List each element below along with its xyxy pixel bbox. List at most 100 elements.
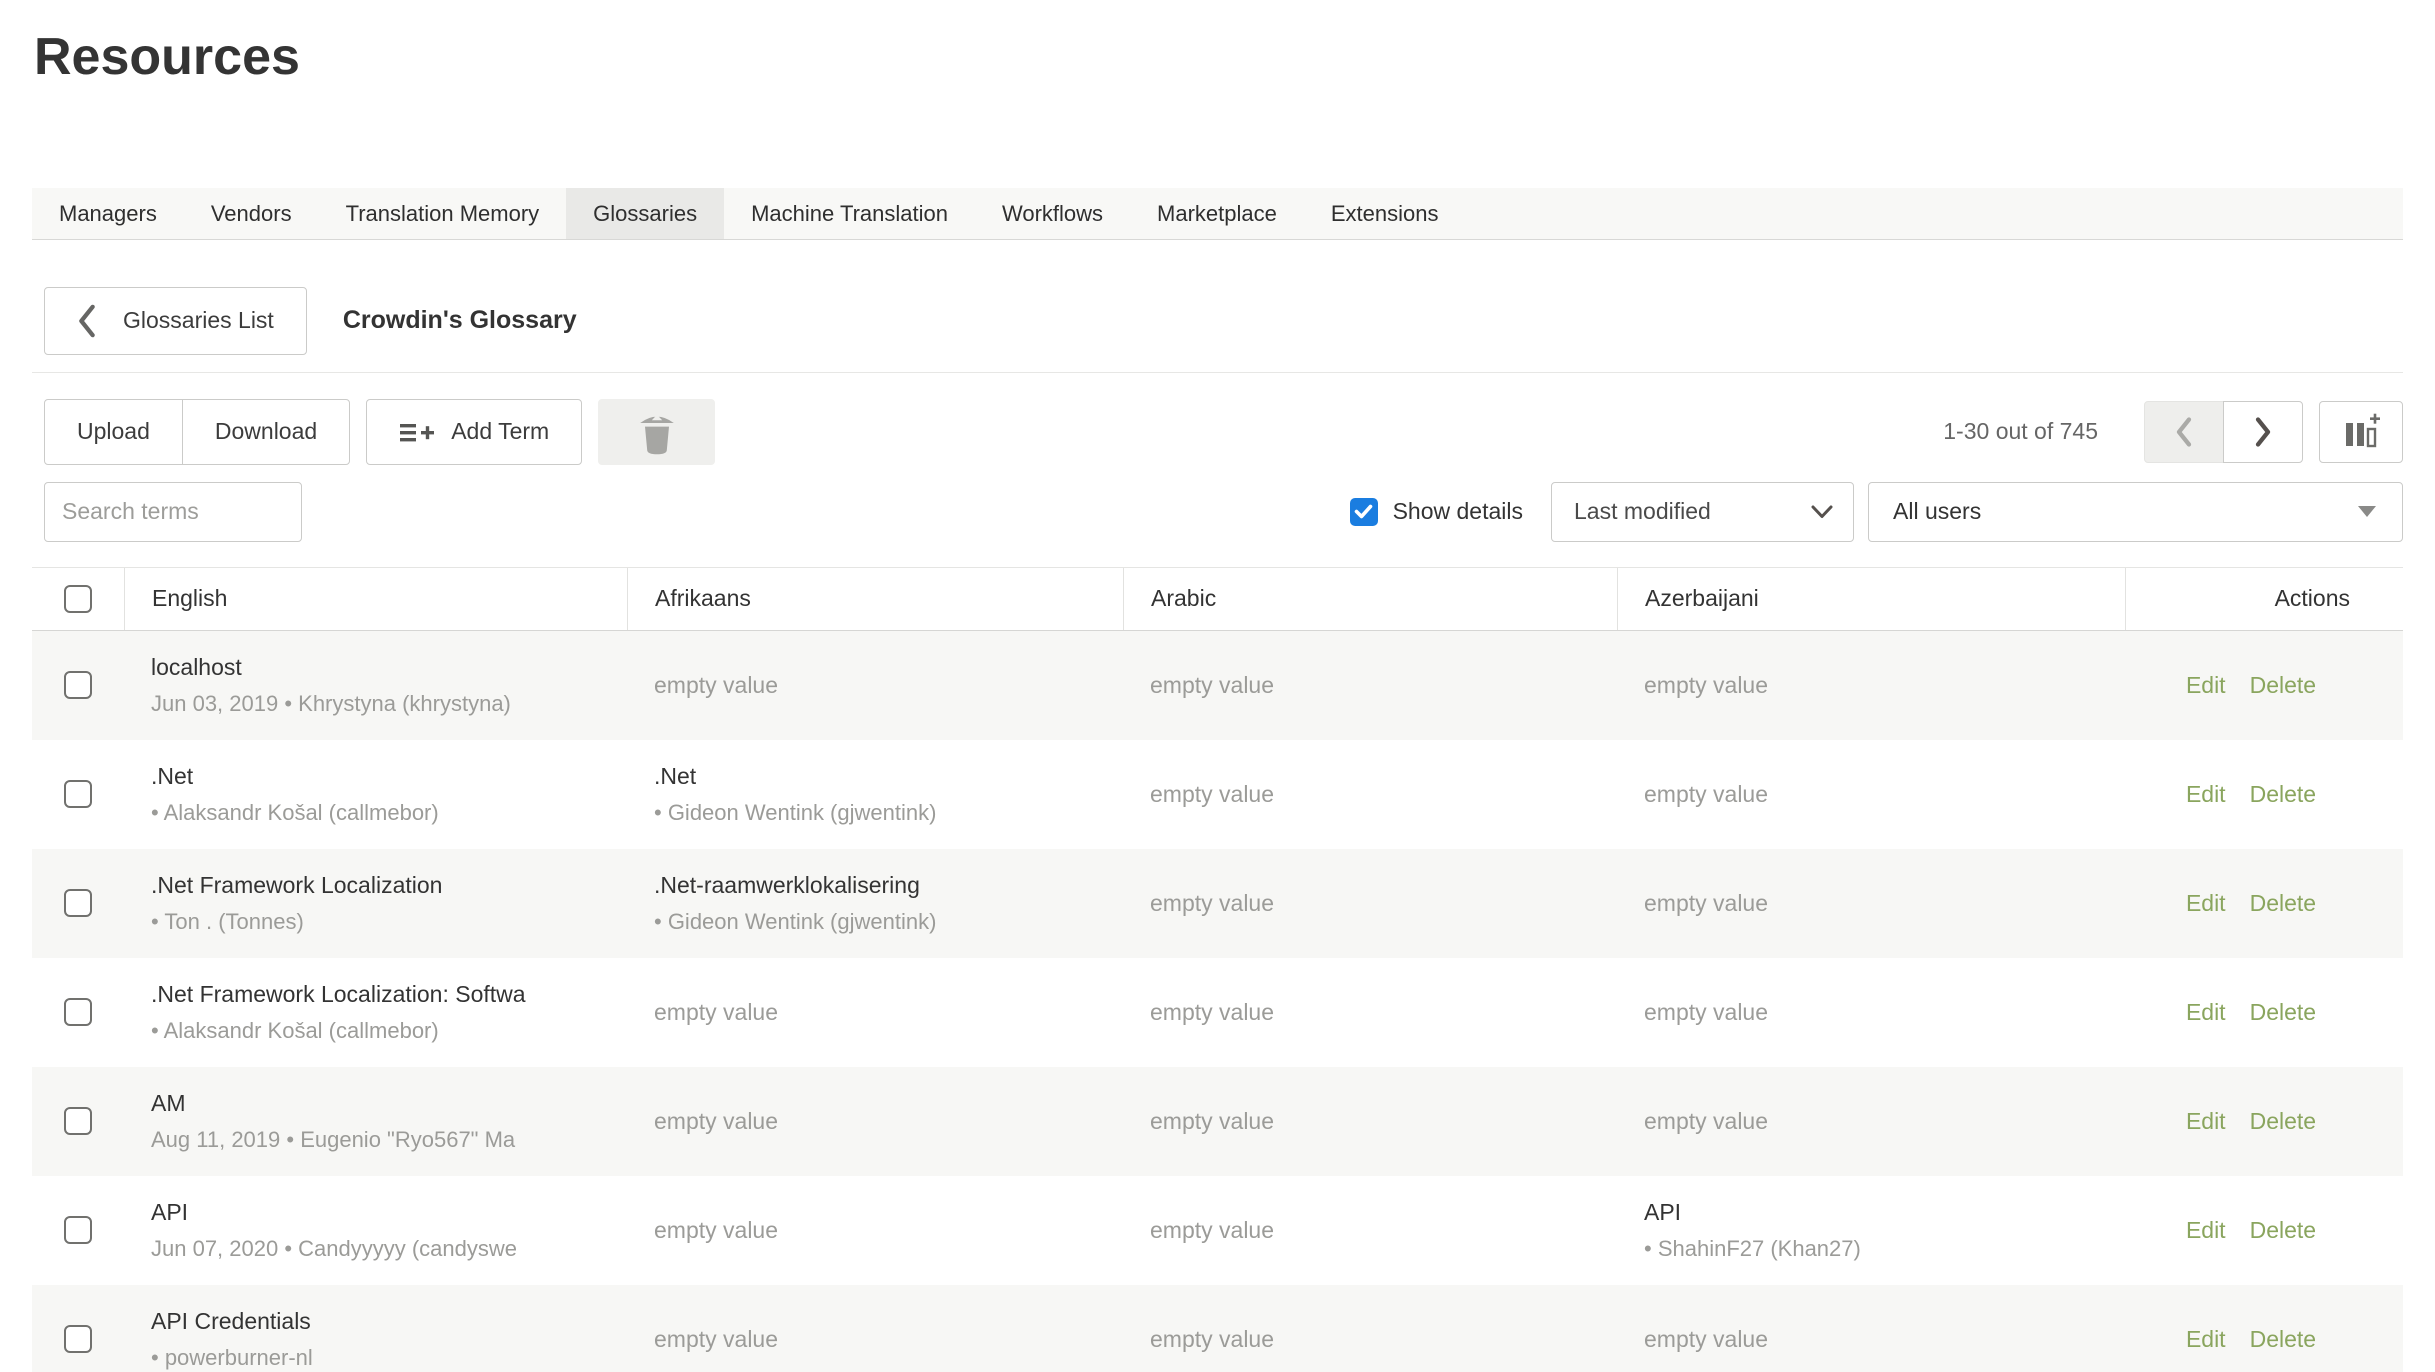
edit-link[interactable]: Edit [2186,890,2226,917]
edit-link[interactable]: Edit [2186,1326,2226,1353]
tab-extensions[interactable]: Extensions [1304,188,1466,239]
add-term-button[interactable]: Add Term [366,399,582,465]
row-checkbox-cell [32,631,124,740]
upload-button[interactable]: Upload [44,399,183,465]
edit-link[interactable]: Edit [2186,781,2226,808]
row-checkbox-cell [32,958,124,1067]
english-cell: .Net Framework Localization• Ton . (Tonn… [124,849,627,958]
afrikaans-cell: empty value [627,631,1123,740]
table-row: APIJun 07, 2020 • Candyyyyy (candysweemp… [32,1176,2403,1285]
search-input[interactable] [44,482,302,542]
arabic-cell: empty value [1123,849,1617,958]
arabic-cell: empty value [1123,958,1617,1067]
edit-link[interactable]: Edit [2186,999,2226,1026]
term-detail: • powerburner-nl [151,1342,627,1372]
empty-value-label: empty value [1644,1108,2125,1135]
afrikaans-cell: empty value [627,1067,1123,1176]
term-detail: • Ton . (Tonnes) [151,906,627,938]
term-text: .Net Framework Localization: Softwa [151,978,627,1011]
table-row: .Net Framework Localization: Softwa • Ala… [32,958,2403,1067]
delete-link[interactable]: Delete [2250,672,2316,699]
table-row: AMAug 11, 2019 • Eugenio "Ryo567" Maempt… [32,1067,2403,1176]
delete-link[interactable]: Delete [2250,781,2316,808]
english-cell: .Net• Alaksandr Košal (callmebor) [124,740,627,849]
empty-value-label: empty value [1150,999,1617,1026]
row-checkbox[interactable] [64,780,92,808]
delete-selected-button[interactable] [598,399,715,465]
check-icon [1354,504,1373,519]
chevron-down-icon [1811,505,1833,519]
term-detail: • Gideon Wentink (gjwentink) [654,797,1123,829]
term-detail: Aug 11, 2019 • Eugenio "Ryo567" Ma [151,1124,627,1156]
tab-vendors[interactable]: Vendors [184,188,319,239]
table-row: API Credentials• powerburner-nlempty val… [32,1285,2403,1372]
sort-select-value: Last modified [1574,498,1711,525]
azerbaijani-cell: empty value [1617,631,2125,740]
tab-translation-memory[interactable]: Translation Memory [319,188,567,239]
next-page-button[interactable] [2223,401,2303,463]
sort-select[interactable]: Last modified [1551,482,1854,542]
toolbar-right: 1-30 out of 745 [1943,401,2403,463]
add-term-icon [399,417,435,447]
delete-link[interactable]: Delete [2250,1217,2316,1244]
term-text: API [1644,1196,2125,1229]
afrikaans-cell: .Net• Gideon Wentink (gjwentink) [627,740,1123,849]
actions-cell: Edit Delete [2125,1176,2403,1285]
term-detail: • Alaksandr Košal (callmebor) [151,1015,627,1047]
edit-link[interactable]: Edit [2186,1108,2226,1135]
column-header-arabic: Arabic [1123,568,1617,630]
select-all-checkbox[interactable] [64,585,92,613]
delete-link[interactable]: Delete [2250,890,2316,917]
dropdown-arrow-icon [2358,506,2376,517]
glossaries-list-back-button[interactable]: Glossaries List [44,287,307,355]
row-checkbox[interactable] [64,671,92,699]
arabic-cell: empty value [1123,1285,1617,1372]
delete-link[interactable]: Delete [2250,1326,2316,1353]
tab-machine-translation[interactable]: Machine Translation [724,188,975,239]
filter-right: Show details Last modified All users [1350,482,2403,542]
term-text: localhost [151,651,627,684]
empty-value-label: empty value [1150,672,1617,699]
arabic-cell: empty value [1123,1176,1617,1285]
users-filter-dropdown[interactable]: All users [1868,482,2403,542]
chevron-right-icon [2254,417,2272,447]
tab-bar: ManagersVendorsTranslation MemoryGlossar… [32,188,2403,240]
edit-link[interactable]: Edit [2186,1217,2226,1244]
row-checkbox[interactable] [64,998,92,1026]
tab-managers[interactable]: Managers [32,188,184,239]
delete-link[interactable]: Delete [2250,1108,2316,1135]
actions-cell: Edit Delete [2125,631,2403,740]
english-cell: APIJun 07, 2020 • Candyyyyy (candyswe [124,1176,627,1285]
tab-glossaries[interactable]: Glossaries [566,188,724,239]
edit-link[interactable]: Edit [2186,672,2226,699]
show-details-checkbox[interactable] [1350,498,1378,526]
page-title: Resources [34,28,2403,88]
chevron-left-icon [2175,417,2193,447]
azerbaijani-cell: empty value [1617,1067,2125,1176]
row-checkbox[interactable] [64,889,92,917]
download-button[interactable]: Download [182,399,350,465]
empty-value-label: empty value [654,672,1123,699]
divider [32,372,2403,373]
empty-value-label: empty value [1150,1108,1617,1135]
tab-workflows[interactable]: Workflows [975,188,1130,239]
prev-page-button[interactable] [2144,401,2224,463]
row-checkbox-cell [32,1067,124,1176]
empty-value-label: empty value [654,1326,1123,1353]
term-detail: Jun 07, 2020 • Candyyyyy (candyswe [151,1233,627,1265]
tab-marketplace[interactable]: Marketplace [1130,188,1304,239]
term-text: AM [151,1087,627,1120]
term-detail: • Alaksandr Košal (callmebor) [151,797,627,829]
delete-link[interactable]: Delete [2250,999,2316,1026]
trash-icon [635,407,679,457]
row-checkbox-cell [32,1285,124,1372]
row-checkbox[interactable] [64,1107,92,1135]
actions-cell: Edit Delete [2125,1285,2403,1372]
actions-cell: Edit Delete [2125,958,2403,1067]
row-checkbox[interactable] [64,1216,92,1244]
row-checkbox[interactable] [64,1325,92,1353]
manage-columns-button[interactable] [2319,401,2403,463]
pagination-text: 1-30 out of 745 [1943,418,2098,445]
empty-value-label: empty value [1644,999,2125,1026]
toolbar: Upload Download Add Term [44,399,2403,465]
